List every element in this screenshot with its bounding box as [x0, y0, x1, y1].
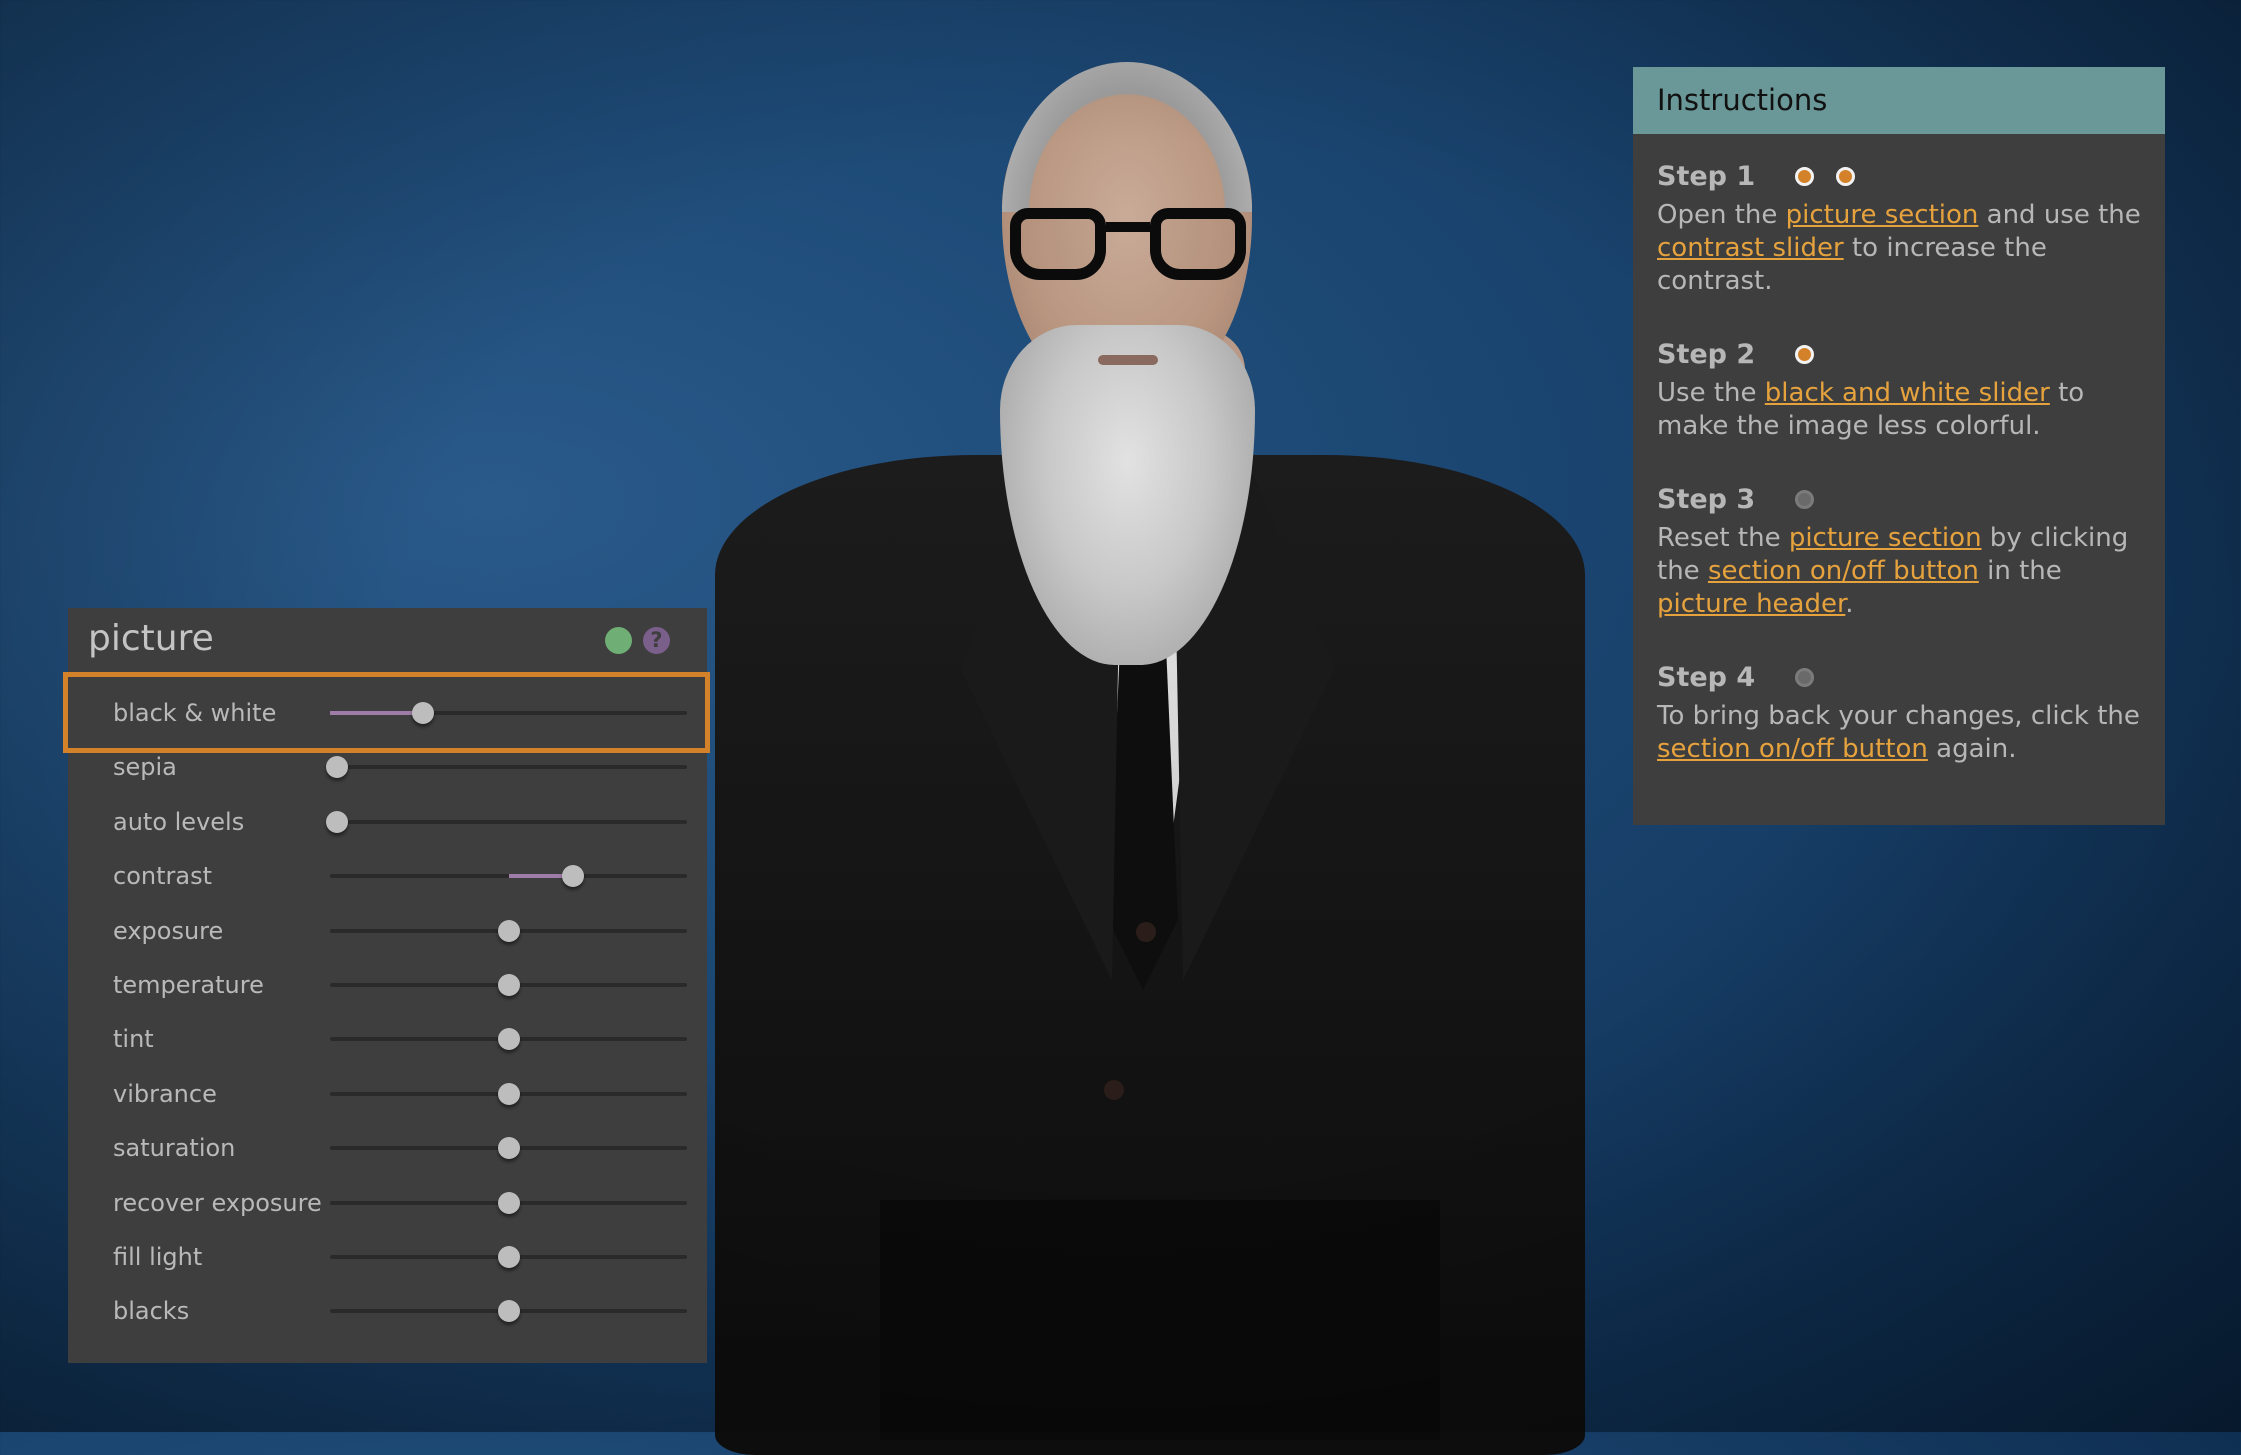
link-black-and-white-slider[interactable]: black and white slider [1765, 378, 2050, 408]
slider-track[interactable] [330, 1246, 687, 1268]
slider-label: contrast [113, 862, 212, 891]
slider-label: fill light [113, 1243, 203, 1271]
link-contrast-slider[interactable]: contrast slider [1657, 233, 1844, 263]
slider-track[interactable] [330, 919, 687, 942]
slider-thumb[interactable] [497, 1300, 520, 1323]
slider-thumb[interactable] [326, 756, 349, 779]
slider-row: fill light [68, 1230, 707, 1284]
step-title: Step 2 [1657, 335, 2147, 373]
section-onoff-button[interactable] [605, 627, 632, 654]
slider-thumb[interactable] [497, 1191, 520, 1214]
slider-fill [330, 711, 423, 715]
step-pending-indicator-icon [1795, 489, 1815, 509]
slider-thumb[interactable] [497, 1028, 520, 1051]
step-title: Step 3 [1657, 480, 2147, 518]
step-done-indicator-icon [1795, 344, 1815, 364]
slider-track[interactable] [330, 702, 687, 724]
slider-row: vibrance [68, 1067, 707, 1121]
step-text-segment: To bring back your changes, click the [1657, 701, 2140, 731]
slider-track[interactable] [330, 865, 687, 888]
step-text: To bring back your changes, click the se… [1657, 700, 2147, 766]
slider-row: contrast [68, 849, 707, 903]
slider-track[interactable] [330, 1300, 687, 1323]
picture-header-title[interactable]: picture [88, 618, 214, 659]
step-text-segment: Reset the [1657, 523, 1789, 553]
step-title: Step 4 [1657, 658, 2147, 696]
question-mark-glyph: ? [650, 628, 663, 652]
step-text-segment: Use the [1657, 378, 1765, 408]
slider-thumb[interactable] [497, 1246, 520, 1268]
slider-label: blacks [113, 1297, 190, 1326]
instruction-step: Step 2 Use the black and white slider to … [1657, 335, 2147, 443]
slider-track[interactable] [330, 1137, 687, 1160]
help-icon[interactable]: ? [643, 627, 670, 654]
slider-label: black & white [113, 699, 277, 727]
slider-thumb[interactable] [497, 1137, 520, 1160]
slider-thumb[interactable] [497, 919, 520, 942]
slider-label: temperature [113, 971, 264, 999]
slider-label: exposure [113, 916, 224, 945]
step-text-segment: and use the [1978, 200, 2141, 230]
slider-thumb[interactable] [411, 702, 434, 724]
slider-label: sepia [113, 753, 177, 782]
slider-label: recover exposure [113, 1188, 322, 1217]
slider-label: tint [113, 1025, 154, 1054]
instruction-step: Step 3 Reset the picture section by click… [1657, 480, 2147, 621]
instruction-step: Step 1 Open the picture section and use t… [1657, 157, 2147, 298]
slider-thumb[interactable] [326, 810, 349, 833]
step-text: Use the black and white slider to make t… [1657, 377, 2147, 443]
slider-row: black & white [68, 686, 707, 740]
slider-track[interactable] [330, 1028, 687, 1051]
instructions-header: Instructions [1633, 67, 2165, 134]
slider-label: vibrance [113, 1079, 217, 1108]
slider-thumb[interactable] [497, 974, 520, 996]
link-section-on-off-button[interactable]: section on/off button [1708, 556, 1979, 586]
slider-row: sepia [68, 740, 707, 794]
link-picture-section[interactable]: picture section [1789, 523, 1982, 553]
slider-row: auto levels [68, 795, 707, 849]
link-picture-header[interactable]: picture header [1657, 589, 1845, 619]
step-title-label: Step 3 [1657, 483, 1756, 515]
slider-thumb[interactable] [497, 1082, 520, 1105]
slider-row: tint [68, 1012, 707, 1066]
instructions-panel: Instructions Step 1 Open the picture sect… [1633, 67, 2165, 825]
instruction-step: Step 4 To bring back your changes, click … [1657, 658, 2147, 766]
slider-row: saturation [68, 1121, 707, 1175]
step-text-segment: in the [1978, 556, 2062, 586]
slider-row: exposure [68, 904, 707, 958]
slider-track[interactable] [330, 974, 687, 996]
slider-thumb[interactable] [561, 865, 584, 888]
step-text-segment: Open the [1657, 200, 1786, 230]
step-title-label: Step 4 [1657, 661, 1756, 693]
slider-track[interactable] [330, 1191, 687, 1214]
picture-panel: picture ? black & white sepia auto levels c… [68, 608, 707, 1363]
slider-row: blacks [68, 1284, 707, 1338]
slider-track[interactable] [326, 810, 687, 833]
slider-row: temperature [68, 958, 707, 1012]
link-section-on-off-button[interactable]: section on/off button [1657, 734, 1928, 764]
step-title-label: Step 2 [1657, 338, 1756, 370]
slider-row: recover exposure [68, 1176, 707, 1230]
step-pending-indicator-icon [1795, 667, 1815, 687]
step-text-segment: . [1845, 589, 1854, 619]
step-done-indicator-icon [1795, 166, 1815, 186]
step-text-segment: again. [1927, 734, 2017, 764]
link-picture-section[interactable]: picture section [1786, 200, 1979, 230]
slider-label: saturation [113, 1134, 236, 1163]
step-title: Step 1 [1657, 157, 2147, 195]
slider-label: auto levels [113, 807, 245, 836]
step-text: Reset the picture section by clicking th… [1657, 522, 2147, 621]
step-text: Open the picture section and use the con… [1657, 199, 2147, 298]
slider-track[interactable] [326, 756, 687, 779]
slider-track[interactable] [330, 1082, 687, 1105]
step-title-label: Step 1 [1657, 160, 1756, 192]
step-done-indicator-icon [1836, 166, 1856, 186]
